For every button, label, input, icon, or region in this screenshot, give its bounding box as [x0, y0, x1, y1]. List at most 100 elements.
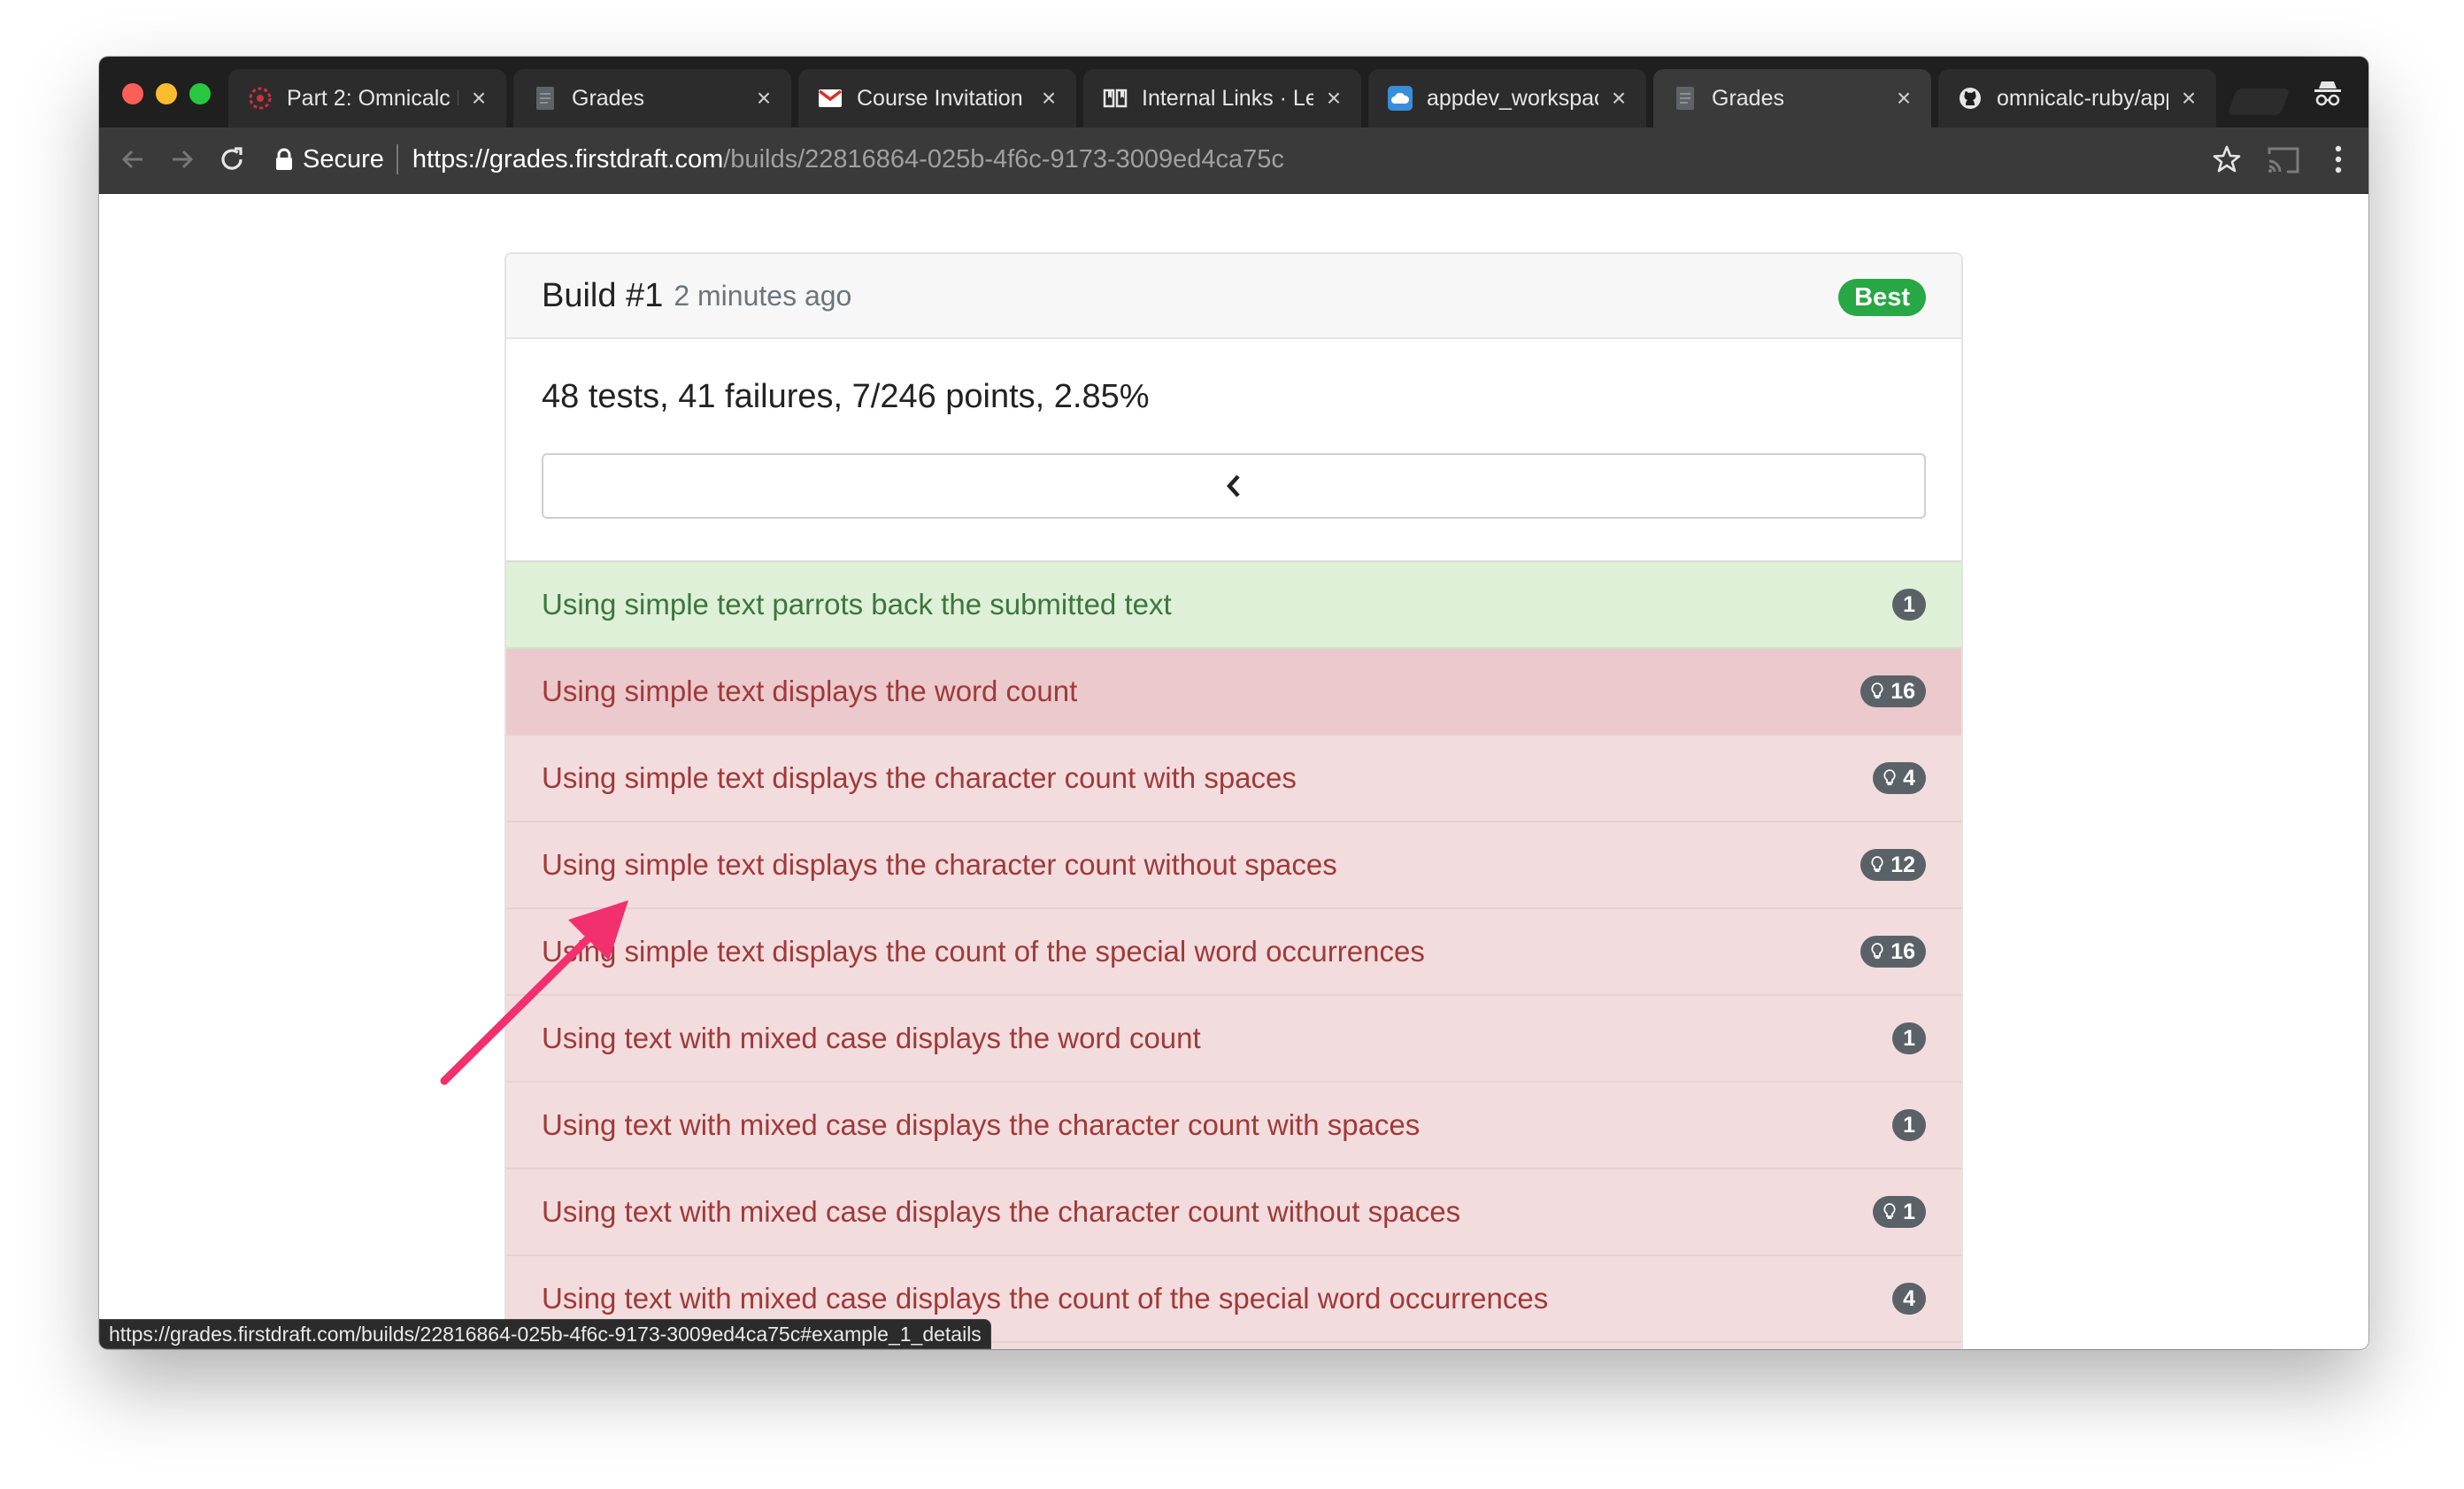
test-row[interactable]: Using simple text parrots back the submi…	[506, 562, 1961, 649]
test-label: Using simple text displays the character…	[542, 761, 1297, 794]
lightbulb-icon	[1871, 683, 1883, 698]
test-label: Using text with mixed case displays the …	[542, 1108, 1421, 1141]
test-row[interactable]: Using simple text displays the word coun…	[506, 649, 1961, 736]
omnibox-separator	[396, 144, 398, 174]
tab-title: Internal Links · Lea	[1142, 85, 1313, 111]
build-time: 2 minutes ago	[674, 279, 852, 312]
tab-appdev-workspace[interactable]: appdev_workspace ×	[1368, 69, 1646, 127]
test-count-badge: 1	[1873, 1196, 1926, 1228]
build-card-header: Build #1 2 minutes ago Best	[506, 254, 1961, 339]
test-count-badge: 1	[1892, 1109, 1926, 1141]
build-card: Build #1 2 minutes ago Best 48 tests, 41…	[504, 252, 1963, 1349]
test-label: Using text with mixed case displays the …	[542, 1282, 1549, 1315]
omnicalc-icon	[248, 86, 273, 111]
close-tab-icon[interactable]: ×	[1892, 84, 1915, 112]
test-count: 1	[1903, 1112, 1915, 1138]
build-title: Build #1	[542, 276, 664, 314]
minimize-window-button[interactable]	[156, 83, 177, 104]
annotation-arrow	[440, 900, 628, 1085]
menu-icon[interactable]	[2329, 142, 2347, 177]
cloud9-icon	[1388, 86, 1413, 111]
test-count-badge: 4	[1892, 1283, 1926, 1315]
browser-toolbar: Secure https://grades.firstdraft.com /bu…	[99, 127, 2368, 194]
test-label: Using text with mixed case displays the …	[542, 1022, 1201, 1054]
test-row[interactable]: Using simple text displays the character…	[506, 822, 1961, 909]
test-count: 16	[1890, 938, 1915, 964]
test-list: Using simple text parrots back the submi…	[506, 560, 1961, 1349]
tab-grades-active[interactable]: Grades ×	[1653, 69, 1931, 127]
test-count: 1	[1903, 1199, 1915, 1224]
lightbulb-icon	[1871, 856, 1883, 872]
test-row[interactable]: Using simple text displays the character…	[506, 736, 1961, 822]
tab-title: omnicalc-ruby/app	[1997, 85, 2168, 111]
arrow-right-icon	[173, 150, 194, 169]
gmail-icon	[818, 86, 843, 111]
test-count-badge: 16	[1860, 936, 1926, 968]
close-window-button[interactable]	[122, 83, 143, 104]
lightbulb-icon	[1883, 1203, 1896, 1219]
test-row[interactable]: Using text with mixed case displays the …	[506, 1169, 1961, 1256]
tab-title: Grades	[572, 85, 644, 111]
forward-button[interactable]	[165, 142, 200, 177]
test-count: 16	[1890, 678, 1915, 704]
build-summary: 48 tests, 41 failures, 7/246 points, 2.8…	[542, 378, 1150, 415]
test-label: Using simple text displays the count of …	[542, 935, 1425, 968]
github-icon	[1958, 86, 1983, 111]
tab-github-omnicalc[interactable]: omnicalc-ruby/app ×	[1938, 69, 2216, 127]
document-icon	[533, 86, 558, 111]
incognito-icon[interactable]	[2310, 76, 2345, 112]
test-row[interactable]: Using text with mixed case displays the …	[506, 1083, 1961, 1169]
tab-course-invitation[interactable]: Course Invitation - ×	[798, 69, 1076, 127]
bookmark-star-icon[interactable]	[2209, 142, 2245, 177]
arrow-left-icon	[121, 150, 142, 169]
test-row[interactable]: Using simple text displays the count of …	[506, 909, 1961, 996]
lightbulb-icon	[1871, 943, 1883, 959]
close-tab-icon[interactable]: ×	[2177, 84, 2200, 112]
test-label: Using simple text displays the word coun…	[542, 675, 1078, 707]
test-count: 1	[1903, 1025, 1915, 1051]
close-tab-icon[interactable]: ×	[1607, 84, 1630, 112]
build-card-body: 48 tests, 41 failures, 7/246 points, 2.8…	[506, 339, 1961, 560]
best-badge: Best	[1838, 279, 1926, 316]
test-count: 1	[1903, 591, 1915, 617]
reload-icon	[221, 147, 243, 170]
reload-button[interactable]	[214, 142, 250, 177]
new-tab-button[interactable]	[2227, 89, 2291, 115]
secure-label: Secure	[303, 144, 384, 174]
document-icon	[1673, 86, 1698, 111]
status-bar-url: https://grades.firstdraft.com/builds/228…	[99, 1319, 991, 1349]
chevron-left-icon	[1226, 474, 1240, 498]
test-count-badge: 1	[1892, 589, 1926, 621]
test-label: Using simple text parrots back the submi…	[542, 588, 1172, 621]
address-bar[interactable]: Secure https://grades.firstdraft.com /bu…	[264, 135, 2344, 183]
zoom-window-button[interactable]	[189, 83, 211, 104]
test-label: Using text with mixed case displays the …	[542, 1195, 1461, 1228]
tab-title: Grades	[1712, 85, 1784, 111]
collapse-button[interactable]	[542, 453, 1926, 519]
tab-grades-1[interactable]: Grades ×	[513, 69, 791, 127]
close-tab-icon[interactable]: ×	[1037, 84, 1060, 112]
close-tab-icon[interactable]: ×	[467, 84, 490, 112]
test-count-badge: 4	[1873, 762, 1926, 794]
lightbulb-icon	[1883, 769, 1896, 785]
test-count-badge: 16	[1860, 675, 1926, 707]
tab-omnicalc[interactable]: Part 2: Omnicalc R ×	[228, 69, 506, 127]
test-count-badge: 1	[1892, 1022, 1926, 1054]
test-count: 12	[1890, 852, 1915, 877]
test-count-badge: 12	[1860, 849, 1926, 881]
tab-title: Part 2: Omnicalc R	[287, 85, 458, 111]
back-button[interactable]	[115, 142, 150, 177]
url-host: https://grades.firstdraft.com	[412, 144, 724, 174]
lock-icon	[276, 148, 292, 170]
tab-strip: Part 2: Omnicalc R × Grades × Course Inv…	[99, 57, 2368, 127]
page-content: Build #1 2 minutes ago Best 48 tests, 41…	[99, 194, 2368, 1349]
tab-title: appdev_workspace	[1427, 85, 1598, 111]
test-count: 4	[1903, 1285, 1915, 1311]
test-row[interactable]: Using text with mixed case displays the …	[506, 996, 1961, 1083]
close-tab-icon[interactable]: ×	[752, 84, 775, 112]
tab-title: Course Invitation -	[857, 85, 1028, 111]
close-tab-icon[interactable]: ×	[1322, 84, 1345, 112]
browser-window: Part 2: Omnicalc R × Grades × Course Inv…	[99, 57, 2368, 1349]
tab-internal-links[interactable]: Internal Links · Lea ×	[1083, 69, 1361, 127]
cast-icon[interactable]	[2266, 143, 2301, 177]
